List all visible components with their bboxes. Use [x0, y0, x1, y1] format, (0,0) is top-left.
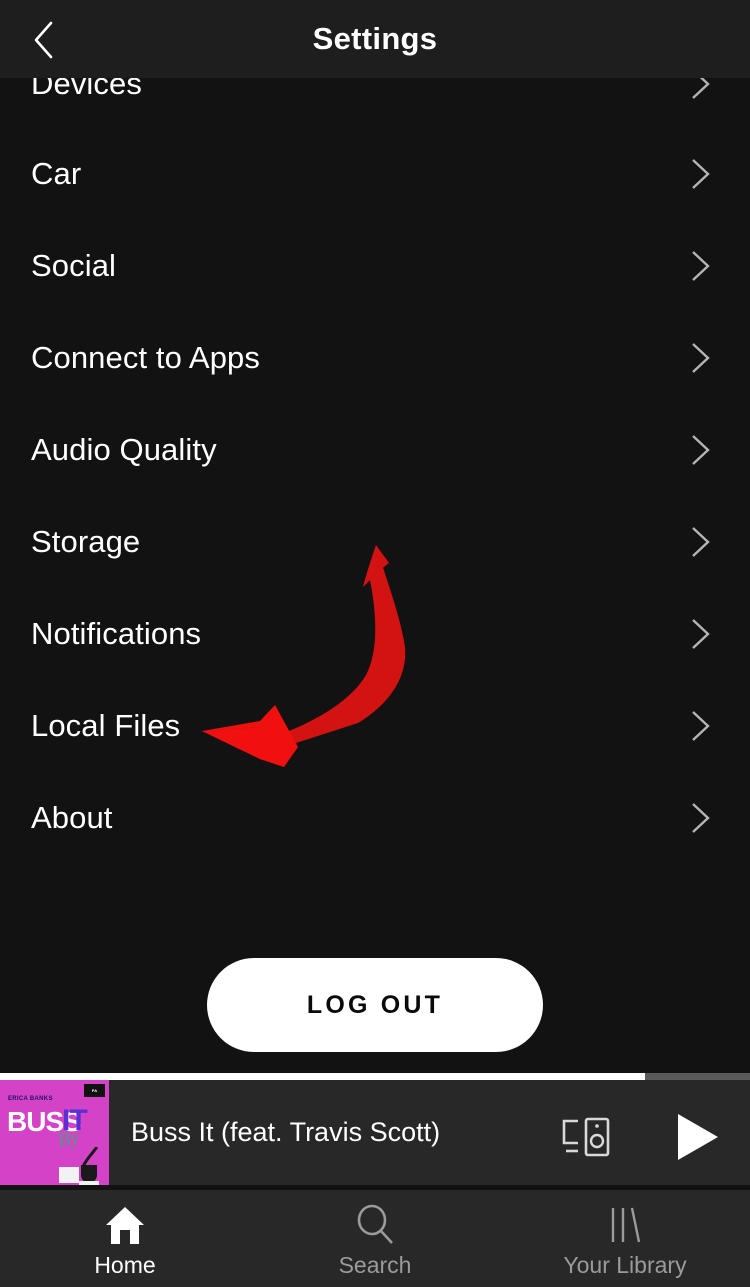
settings-row-audio-quality[interactable]: Audio Quality: [0, 404, 750, 496]
settings-row-about[interactable]: About: [0, 772, 750, 864]
spotify-settings-screen: Devices Car Social Connect to Apps Audio: [0, 0, 750, 1287]
bottom-navigation-bar: Home Search Your Library: [0, 1190, 750, 1287]
settings-row-label: Connect to Apps: [31, 340, 260, 375]
nav-item-home[interactable]: Home: [0, 1190, 250, 1287]
settings-row-label: About: [31, 800, 113, 835]
settings-row-notifications[interactable]: Notifications: [0, 588, 750, 680]
now-playing-bar[interactable]: ERICA BANKS BUSS IT By PA Buss It (feat.…: [0, 1073, 750, 1185]
settings-row-label: Social: [31, 248, 117, 283]
playback-progress-track[interactable]: [0, 1073, 750, 1080]
settings-list: Devices Car Social Connect to Apps Audio: [0, 0, 750, 1070]
settings-row-label: Local Files: [31, 708, 181, 743]
settings-row-storage[interactable]: Storage: [0, 496, 750, 588]
settings-row-connect-to-apps[interactable]: Connect to Apps: [0, 312, 750, 404]
chevron-right-icon: [689, 525, 713, 559]
chevron-right-icon: [689, 801, 713, 835]
settings-row-social[interactable]: Social: [0, 220, 750, 312]
settings-row-label: Audio Quality: [31, 432, 217, 467]
chevron-right-icon: [689, 249, 713, 283]
header-bar: Settings: [0, 0, 750, 78]
album-art[interactable]: ERICA BANKS BUSS IT By PA: [0, 1080, 109, 1185]
nav-item-search[interactable]: Search: [250, 1190, 500, 1287]
settings-row-car[interactable]: Car: [0, 128, 750, 220]
settings-row-label: Storage: [31, 524, 141, 559]
play-button[interactable]: [672, 1111, 722, 1163]
nav-item-label: Your Library: [563, 1252, 687, 1278]
album-art-cup-icon: [57, 1146, 103, 1185]
search-icon: [353, 1202, 397, 1248]
chevron-right-icon: [689, 617, 713, 651]
parental-advisory-badge: PA: [84, 1084, 105, 1097]
now-playing-track-title: Buss It (feat. Travis Scott): [131, 1117, 441, 1147]
spotify-connect-icon[interactable]: [556, 1113, 614, 1161]
library-icon: [603, 1202, 647, 1248]
nav-item-label: Search: [338, 1252, 412, 1278]
settings-row-label: Car: [31, 156, 82, 191]
nav-item-your-library[interactable]: Your Library: [500, 1190, 750, 1287]
log-out-button[interactable]: LOG OUT: [207, 958, 543, 1052]
chevron-right-icon: [689, 433, 713, 467]
chevron-right-icon: [689, 157, 713, 191]
chevron-right-icon: [689, 341, 713, 375]
nav-item-label: Home: [94, 1252, 156, 1278]
playback-progress-fill: [0, 1073, 645, 1080]
album-art-credit: ERICA BANKS: [8, 1096, 53, 1102]
chevron-right-icon: [689, 709, 713, 743]
settings-row-label: Notifications: [31, 616, 202, 651]
home-icon: [103, 1202, 147, 1248]
page-title: Settings: [312, 21, 438, 56]
settings-row-local-files[interactable]: Local Files: [0, 680, 750, 772]
